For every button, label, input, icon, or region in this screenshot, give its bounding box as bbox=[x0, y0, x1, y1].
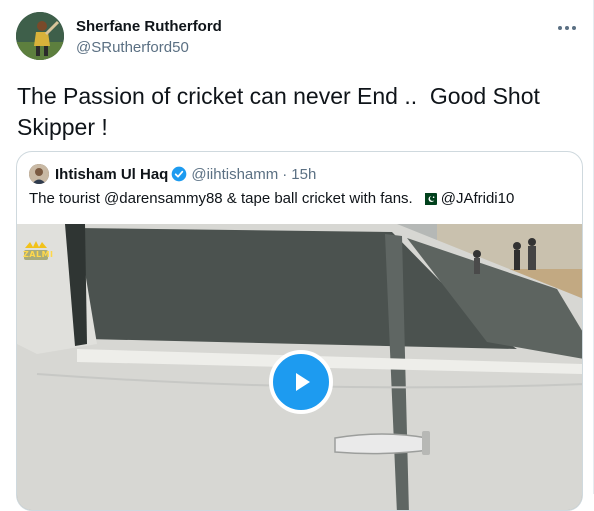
video-player[interactable]: ZALMI bbox=[17, 224, 582, 510]
quoted-author-avatar[interactable] bbox=[29, 164, 49, 184]
quoted-tweet-text: The tourist @darensammy88 & tape ball cr… bbox=[29, 190, 514, 207]
play-button[interactable] bbox=[269, 350, 333, 414]
quoted-tweet-mention[interactable]: @JAfridi10 bbox=[441, 190, 515, 207]
verified-badge-icon bbox=[172, 166, 187, 182]
quoted-author-name[interactable]: Ihtisham Ul Haq bbox=[55, 166, 168, 183]
zalmi-logo-text: ZALMI bbox=[23, 250, 54, 259]
quoted-tweet[interactable]: Ihtisham Ul Haq @iihtishamm · 15h The to… bbox=[16, 151, 583, 511]
author-avatar[interactable] bbox=[16, 12, 64, 60]
tweet-card[interactable]: Sherfane Rutherford @SRutherford50 The P… bbox=[0, 0, 594, 511]
tweet-text: The Passion of cricket can never End .. … bbox=[17, 83, 547, 140]
play-icon bbox=[296, 373, 310, 391]
quoted-tweet-header: Ihtisham Ul Haq @iihtishamm · 15h bbox=[29, 164, 316, 184]
author-handle[interactable]: @SRutherford50 bbox=[76, 39, 189, 56]
author-name[interactable]: Sherfane Rutherford bbox=[76, 18, 222, 35]
more-options-icon[interactable] bbox=[555, 18, 579, 38]
quoted-tweet-time[interactable]: 15h bbox=[291, 166, 316, 183]
pakistan-flag-icon bbox=[420, 192, 437, 205]
separator-dot: · bbox=[282, 165, 288, 183]
quoted-author-handle[interactable]: @iihtishamm bbox=[191, 166, 278, 183]
zalmi-logo: ZALMI bbox=[21, 238, 54, 268]
quoted-tweet-body: The tourist @darensammy88 & tape ball cr… bbox=[29, 190, 413, 207]
